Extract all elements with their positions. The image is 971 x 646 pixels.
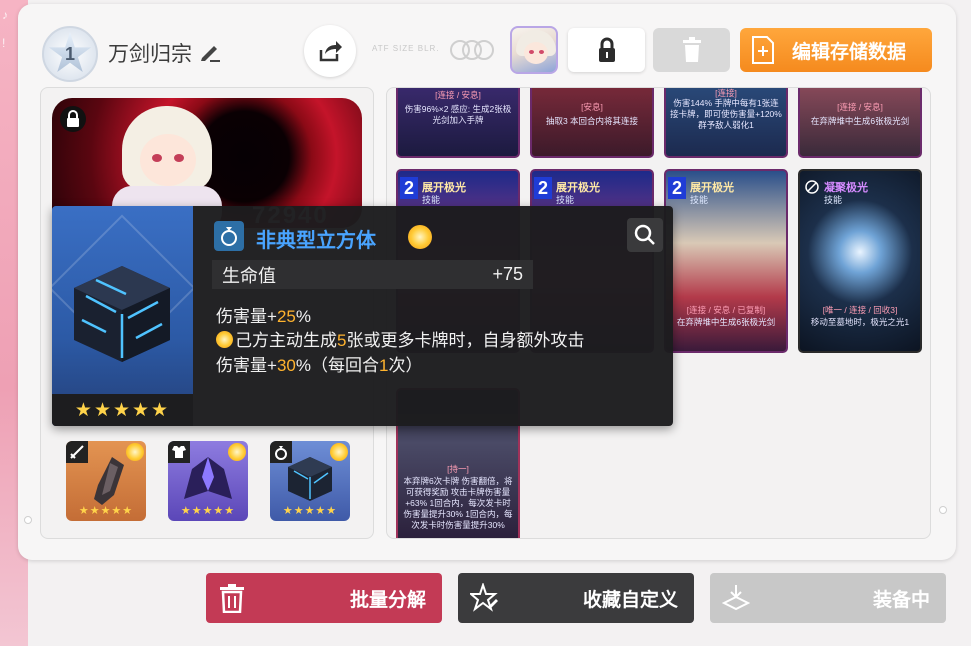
star-edit-icon	[470, 583, 498, 612]
stat-value: +75	[492, 264, 523, 284]
edit-save-data-button[interactable]: 编辑存储数据	[740, 28, 932, 72]
favorite-custom-label: 收藏自定义	[582, 589, 678, 611]
equip-stars: ★★★★★	[78, 505, 134, 517]
deck-card[interactable]: [连接 / 安息] 伤害96%×2 感应: 生成2张极光剑加入手牌	[396, 88, 520, 158]
equip-tray-icon	[722, 585, 750, 611]
lock-button[interactable]	[568, 28, 645, 72]
bulk-dismantle-button[interactable]: 批量分解	[206, 573, 442, 623]
item-name: 非典型立方体	[256, 230, 376, 252]
card-cost: 2	[534, 177, 552, 199]
edit-file-icon	[752, 36, 774, 64]
effect-line-1: 伤害量+25%	[216, 307, 311, 326]
ring-icon	[214, 221, 244, 251]
backdrop-glyph: !	[2, 36, 6, 50]
item-art: ★★★★★	[52, 206, 193, 426]
rank-badge: 1	[42, 26, 98, 82]
sun-icon	[126, 443, 144, 461]
card-type: 技能	[824, 195, 843, 205]
deck-card[interactable]: [连接] 伤害144% 手牌中每有1张连接卡牌，即可使伤害量+120% 群予敌人…	[664, 88, 788, 158]
effect-line-2: 己方主动生成5张或更多卡牌时，自身额外攻击	[216, 326, 584, 351]
forbidden-icon	[805, 180, 819, 194]
cloak-icon	[184, 457, 232, 499]
search-icon	[634, 224, 655, 245]
card-text: 伤害144% 手牌中每有1张连接卡牌，即可使伤害量+120% 群予敌人弱化1	[670, 98, 782, 130]
indicator-dot	[24, 516, 32, 524]
share-icon	[319, 41, 342, 62]
lock-icon	[60, 106, 86, 132]
equip-slot-ring[interactable]: ★★★★★	[270, 441, 350, 521]
bulk-dismantle-label: 批量分解	[349, 589, 426, 611]
card-text: 抽取3 本回合内将其连接	[545, 116, 639, 126]
gauntlet-icon	[94, 457, 124, 505]
sun-icon	[216, 331, 233, 348]
deck-card[interactable]: [安息] 抽取3 本回合内将其连接	[530, 88, 654, 158]
delete-button[interactable]	[653, 28, 730, 72]
item-tooltip: ★★★★★ 非典型立方体 生命值 +75 伤害量+25% 己方主动生成5张或更多…	[52, 206, 673, 426]
equipped-label: 装备中	[872, 589, 930, 611]
trash-icon	[682, 37, 701, 62]
card-type: 技能	[690, 195, 709, 205]
search-button[interactable]	[627, 218, 663, 252]
deck-card[interactable]: 2 展开极光 技能 [连接 / 安息 / 已复制] 在弃牌堆中生成6张极光剑	[664, 169, 788, 353]
deck-name: 万剑归宗	[108, 43, 192, 66]
item-stars: ★★★★★	[52, 394, 193, 426]
equip-stars: ★★★★★	[180, 505, 236, 517]
card-cost: 2	[668, 177, 686, 199]
backdrop-glyph: ♪	[2, 8, 8, 22]
card-text: 伤害96%×2 感应: 生成2张极光剑加入手牌	[404, 104, 512, 125]
trash-icon	[220, 584, 244, 613]
equip-slot-weapon[interactable]: ★★★★★	[66, 441, 146, 521]
card-tag: [持一]	[447, 464, 469, 474]
card-text: 移动至墓地时，极光之光1	[810, 317, 910, 327]
stat-row: 生命值 +75	[212, 260, 533, 289]
equip-stars: ★★★★★	[282, 505, 338, 517]
card-text: 在弃牌堆中生成6张极光剑	[676, 317, 776, 327]
lock-icon	[598, 37, 615, 62]
hero-eye	[174, 154, 184, 162]
share-button[interactable]	[304, 25, 356, 77]
card-tag: [唯一 / 连接 / 回收3]	[822, 305, 898, 315]
rings-icon	[450, 40, 494, 60]
faint-label: ATF SIZE BLR.	[372, 44, 440, 53]
card-type: 技能	[422, 195, 441, 205]
card-tag: [连接 / 安息]	[837, 102, 883, 112]
sun-icon	[408, 225, 432, 249]
card-type: 技能	[556, 195, 575, 205]
card-cost: 2	[400, 177, 418, 199]
portrait-eye	[529, 50, 534, 54]
deck-card[interactable]: 凝聚极光 技能 [唯一 / 连接 / 回收3] 移动至墓地时，极光之光1	[798, 169, 922, 353]
effect-line-3: 伤害量+30%（每回合1次）	[216, 356, 423, 375]
edit-save-label: 编辑存储数据	[792, 41, 907, 63]
card-tag: [连接 / 安息 / 已复制]	[686, 305, 766, 315]
card-tag: [安息]	[581, 102, 603, 112]
stat-label: 生命值	[222, 265, 276, 286]
pencil-icon[interactable]	[198, 40, 222, 64]
hero-eye	[152, 154, 162, 162]
equipped-button[interactable]: 装备中	[710, 573, 946, 623]
favorite-custom-button[interactable]: 收藏自定义	[458, 573, 694, 623]
hero-face	[140, 134, 196, 186]
character-portrait[interactable]	[510, 26, 558, 74]
card-text: 本弃牌6次卡牌 伤害翻倍，将可获得奖励 攻击卡牌伤害量+63% 1回合内，每次发…	[403, 476, 513, 530]
portrait-face	[524, 42, 548, 64]
cube-icon	[288, 457, 332, 501]
indicator-dot	[939, 506, 947, 514]
cube-icon	[74, 266, 170, 362]
deck-card[interactable]: [连接 / 安息] 在弃牌堆中生成6张极光剑	[798, 88, 922, 158]
equip-slot-armor[interactable]: ★★★★★	[168, 441, 248, 521]
rank-number: 1	[64, 43, 75, 64]
card-text: 在弃牌堆中生成6张极光剑	[810, 116, 910, 126]
portrait-eye	[539, 50, 544, 54]
card-tag: [连接 / 安息]	[435, 90, 481, 100]
